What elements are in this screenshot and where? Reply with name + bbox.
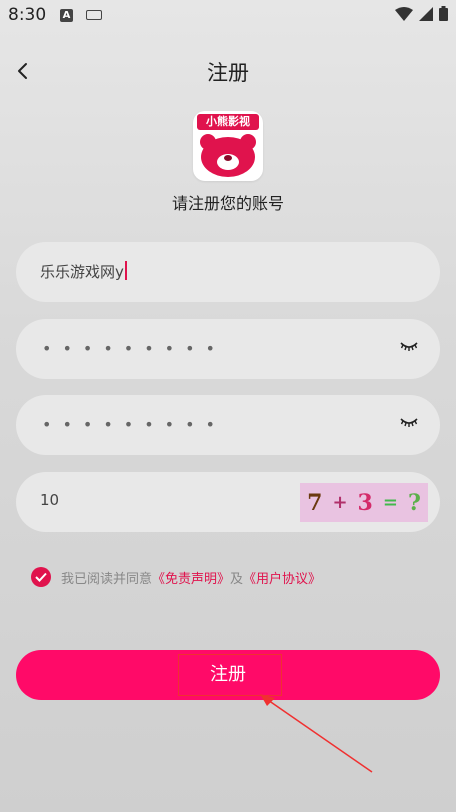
- eye-closed-icon[interactable]: [400, 341, 418, 353]
- register-subtitle: 请注册您的账号: [171, 194, 284, 213]
- captcha-digit-b: 3: [357, 489, 373, 516]
- checkbox-checked-icon[interactable]: [31, 567, 51, 587]
- wifi-icon: [395, 6, 413, 21]
- signal-icon: [419, 6, 433, 21]
- agreement-row: 我已阅读并同意 《免责声明》 及 《用户协议》: [31, 566, 321, 588]
- captcha-operator: +: [332, 492, 348, 513]
- status-icons: [395, 6, 448, 21]
- agreement-prefix: 我已阅读并同意: [61, 571, 153, 587]
- username-input[interactable]: 乐乐游戏网y: [16, 242, 440, 302]
- captcha-digit-a: 7: [307, 489, 323, 516]
- app-logo: 小熊影视: [193, 111, 263, 181]
- agreement-conjunction: 及: [230, 571, 244, 587]
- a-indicator-icon: A: [60, 9, 73, 22]
- status-time: 8:30: [8, 5, 47, 25]
- annotation-arrow-icon: [260, 694, 373, 773]
- user-agreement-link[interactable]: 《用户协议》: [243, 568, 321, 587]
- captcha-equals: =: [382, 492, 398, 513]
- captcha-value: 10: [40, 491, 60, 509]
- captcha-input[interactable]: 10 7 + 3 = ?: [16, 472, 440, 532]
- disclaimer-link[interactable]: 《免责声明》: [152, 568, 230, 587]
- password-input[interactable]: •••••••••: [16, 319, 440, 379]
- battery-icon: [439, 6, 448, 21]
- confirm-password-input[interactable]: •••••••••: [16, 395, 440, 455]
- confirm-password-masked-value: •••••••••: [42, 415, 226, 434]
- username-value: 乐乐游戏网y: [40, 261, 127, 282]
- header: 注册: [0, 52, 456, 92]
- eye-closed-icon[interactable]: [400, 417, 418, 429]
- page-title: 注册: [207, 61, 249, 85]
- captcha-question-mark: ?: [407, 489, 421, 516]
- keyboard-icon: [86, 10, 102, 20]
- password-masked-value: •••••••••: [42, 339, 226, 358]
- text-caret: [124, 261, 127, 280]
- captcha-image[interactable]: 7 + 3 = ?: [300, 483, 428, 522]
- status-bar: 8:30 A: [0, 0, 456, 32]
- bear-icon: [200, 134, 256, 177]
